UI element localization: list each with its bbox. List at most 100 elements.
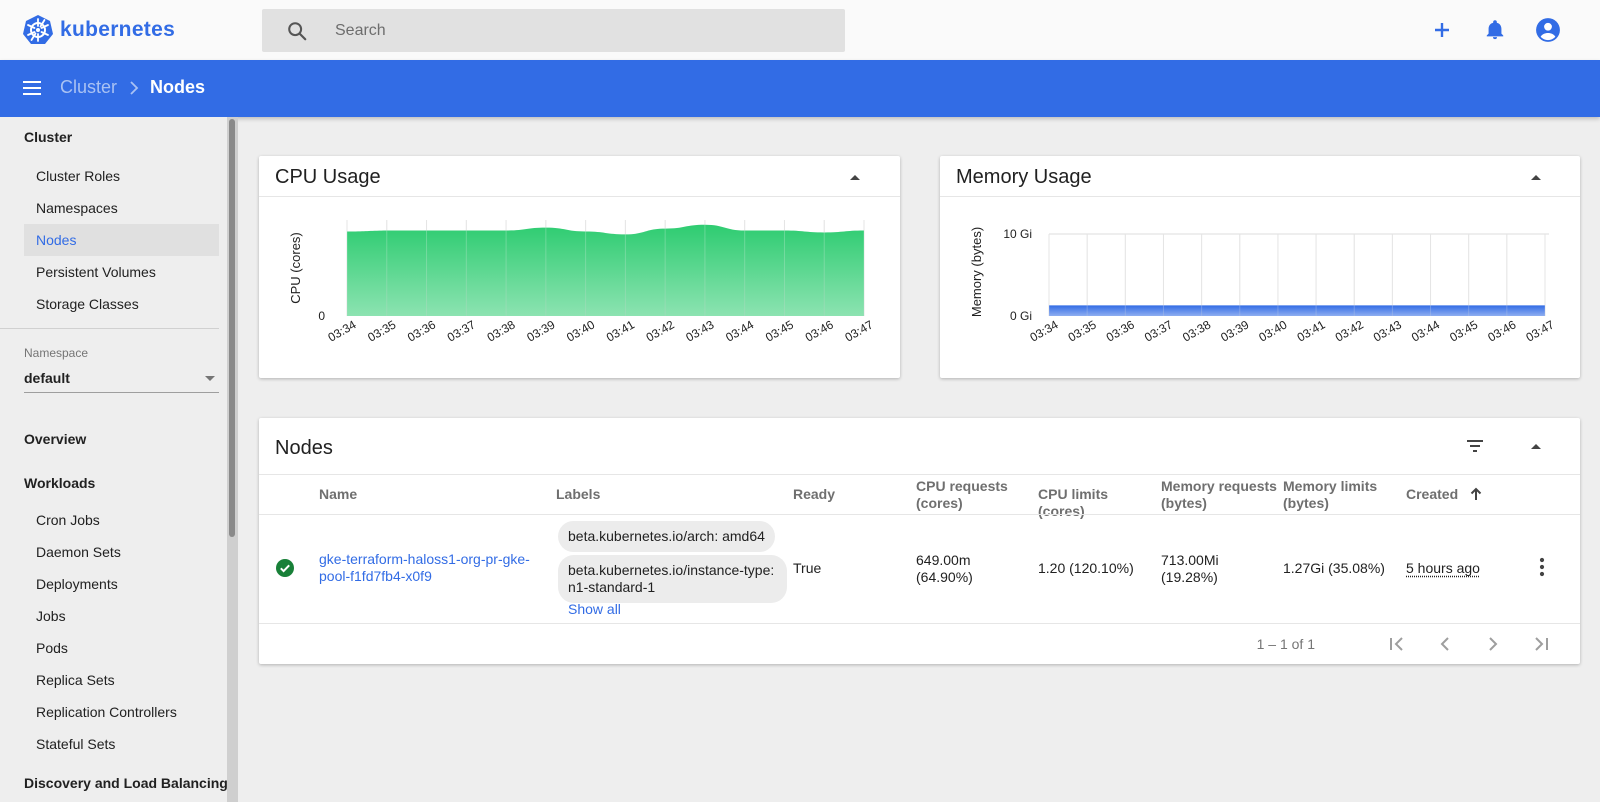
account-circle-icon[interactable] bbox=[1534, 16, 1562, 44]
check-circle-icon bbox=[276, 559, 294, 577]
pagination-range: 1 – 1 of 1 bbox=[1256, 636, 1315, 652]
sidebar-item-deployments[interactable]: Deployments bbox=[24, 568, 219, 600]
kubernetes-helm-icon bbox=[23, 15, 53, 44]
data-point bbox=[466, 230, 467, 231]
arrow-up-icon bbox=[1531, 443, 1541, 449]
data-point bbox=[506, 230, 507, 231]
sidebar-item-replication-controllers[interactable]: Replication Controllers bbox=[24, 696, 219, 728]
more-vert-icon[interactable] bbox=[1539, 557, 1545, 577]
sidebar-item-jobs[interactable]: Jobs bbox=[24, 600, 219, 632]
sidebar-section-cluster[interactable]: Cluster bbox=[24, 129, 72, 145]
data-point bbox=[625, 234, 626, 235]
namespace-select[interactable]: default bbox=[24, 367, 219, 393]
data-point bbox=[665, 228, 666, 229]
chevron-right-icon bbox=[130, 81, 139, 95]
collapse-memory-button[interactable] bbox=[1524, 165, 1548, 189]
y-axis-label: CPU (cores) bbox=[288, 232, 303, 304]
sidebar-item-persistent-volumes[interactable]: Persistent Volumes bbox=[24, 256, 219, 288]
memory-card-title: Memory Usage bbox=[956, 166, 1092, 188]
sidebar-item-cron-jobs[interactable]: Cron Jobs bbox=[24, 504, 219, 536]
column-header-cpu-requests[interactable]: CPU requests (cores) bbox=[916, 478, 1034, 512]
plus-icon[interactable] bbox=[1428, 16, 1456, 44]
previous-page-button[interactable] bbox=[1431, 630, 1459, 658]
x-tick-label: 03:42 bbox=[1333, 317, 1366, 344]
filter-button[interactable] bbox=[1463, 434, 1487, 458]
sidebar-item-cluster-roles[interactable]: Cluster Roles bbox=[24, 160, 219, 192]
x-tick-label: 03:43 bbox=[683, 317, 716, 344]
memory-limits-value: 1.27Gi (35.08%) bbox=[1283, 560, 1385, 576]
collapse-nodes-button[interactable] bbox=[1524, 434, 1548, 458]
last-page-button[interactable] bbox=[1527, 630, 1555, 658]
column-header-name[interactable]: Name bbox=[319, 486, 357, 503]
column-header-memory-requests[interactable]: Memory requests (bytes) bbox=[1161, 478, 1279, 512]
x-tick-label: 03:34 bbox=[326, 317, 359, 344]
x-tick-label: 03:36 bbox=[405, 317, 438, 344]
sidebar-item-pods[interactable]: Pods bbox=[24, 632, 219, 664]
column-header-ready[interactable]: Ready bbox=[793, 486, 835, 503]
x-tick-label: 03:45 bbox=[1447, 317, 1480, 344]
created-value[interactable]: 5 hours ago bbox=[1406, 560, 1480, 577]
nodes-card-title: Nodes bbox=[275, 437, 333, 459]
sidebar-item-overview[interactable]: Overview bbox=[24, 431, 86, 447]
sidebar-item-namespaces[interactable]: Namespaces bbox=[24, 192, 219, 224]
bell-icon[interactable] bbox=[1481, 16, 1509, 44]
data-point bbox=[784, 230, 785, 231]
label-chip: beta.kubernetes.io/arch: amd64 bbox=[558, 521, 775, 552]
data-point bbox=[744, 230, 745, 231]
search-bar[interactable] bbox=[262, 9, 845, 52]
x-tick-label: 03:37 bbox=[445, 317, 478, 344]
y-tick-label: 0 Gi bbox=[1010, 309, 1032, 323]
collapse-cpu-button[interactable] bbox=[843, 165, 867, 189]
kubernetes-logo[interactable]: kubernetes bbox=[22, 14, 175, 46]
arrow-up-icon bbox=[850, 174, 860, 180]
data-point bbox=[1163, 305, 1164, 306]
sidebar-section-discovery[interactable]: Discovery and Load Balancing bbox=[24, 775, 228, 791]
x-tick-label: 03:47 bbox=[843, 317, 876, 344]
data-point bbox=[704, 224, 705, 225]
cpu-usage-card: CPU Usage 03:34 03:35 03:36 03:37 03:38 03:39… bbox=[259, 156, 900, 378]
first-page-icon bbox=[1390, 637, 1403, 651]
next-page-button[interactable] bbox=[1479, 630, 1507, 658]
column-header-created[interactable]: Created bbox=[1406, 486, 1458, 503]
sidebar-item-stateful-sets[interactable]: Stateful Sets bbox=[24, 728, 219, 760]
cpu-usage-chart: 03:34 03:35 03:36 03:37 03:38 03:39 03:40 03:41… bbox=[288, 220, 876, 345]
node-name-link[interactable]: gke-terraform-haloss1-org-pr-gke-pool-f1… bbox=[319, 551, 539, 585]
memory-usage-card: Memory Usage 03:34 03:35 03:36 03:37 03:38 03… bbox=[940, 156, 1580, 378]
sort-arrow-up-icon[interactable] bbox=[1469, 486, 1483, 502]
sidebar-item-nodes[interactable]: Nodes bbox=[24, 224, 219, 256]
sidebar-section-workloads[interactable]: Workloads bbox=[24, 475, 95, 491]
x-tick-label: 03:37 bbox=[1142, 317, 1175, 344]
breadcrumb-cluster[interactable]: Cluster bbox=[60, 77, 117, 98]
last-page-icon bbox=[1535, 637, 1548, 651]
x-tick-label: 03:43 bbox=[1371, 317, 1404, 344]
logo-text: kubernetes bbox=[60, 18, 176, 41]
scrollbar-thumb[interactable] bbox=[229, 119, 235, 537]
cpu-requests-value: 649.00m (64.90%) bbox=[916, 552, 973, 585]
namespace-value: default bbox=[24, 370, 70, 386]
sidebar-item-daemon-sets[interactable]: Daemon Sets bbox=[24, 536, 219, 568]
x-tick-label: 03:36 bbox=[1104, 317, 1137, 344]
x-tick-label: 03:41 bbox=[604, 317, 637, 344]
data-point bbox=[1201, 305, 1202, 306]
memory-requests-value: 713.00Mi (19.28%) bbox=[1161, 552, 1219, 585]
top-bar: kubernetes bbox=[0, 0, 1600, 60]
x-tick-label: 03:40 bbox=[564, 317, 597, 344]
dropdown-arrow-icon bbox=[205, 376, 215, 381]
sidebar-item-replica-sets[interactable]: Replica Sets bbox=[24, 664, 219, 696]
hamburger-icon[interactable] bbox=[20, 76, 44, 100]
show-all-labels-link[interactable]: Show all bbox=[568, 601, 621, 618]
table-footer-divider bbox=[259, 623, 1580, 624]
search-input[interactable] bbox=[335, 9, 825, 52]
data-point bbox=[1354, 305, 1355, 306]
cpu-card-title: CPU Usage bbox=[275, 166, 381, 188]
data-point bbox=[1545, 305, 1546, 306]
data-point bbox=[1430, 305, 1431, 306]
x-tick-label: 03:35 bbox=[365, 317, 398, 344]
column-header-memory-limits[interactable]: Memory limits (bytes) bbox=[1283, 478, 1393, 512]
data-point bbox=[1316, 305, 1317, 306]
x-tick-label: 03:34 bbox=[1028, 317, 1061, 344]
sidebar-item-storage-classes[interactable]: Storage Classes bbox=[24, 288, 219, 320]
sidebar-scrollbar[interactable] bbox=[227, 117, 238, 802]
first-page-button[interactable] bbox=[1383, 630, 1411, 658]
table-row[interactable]: gke-terraform-haloss1-org-pr-gke-pool-f1… bbox=[259, 515, 1580, 622]
